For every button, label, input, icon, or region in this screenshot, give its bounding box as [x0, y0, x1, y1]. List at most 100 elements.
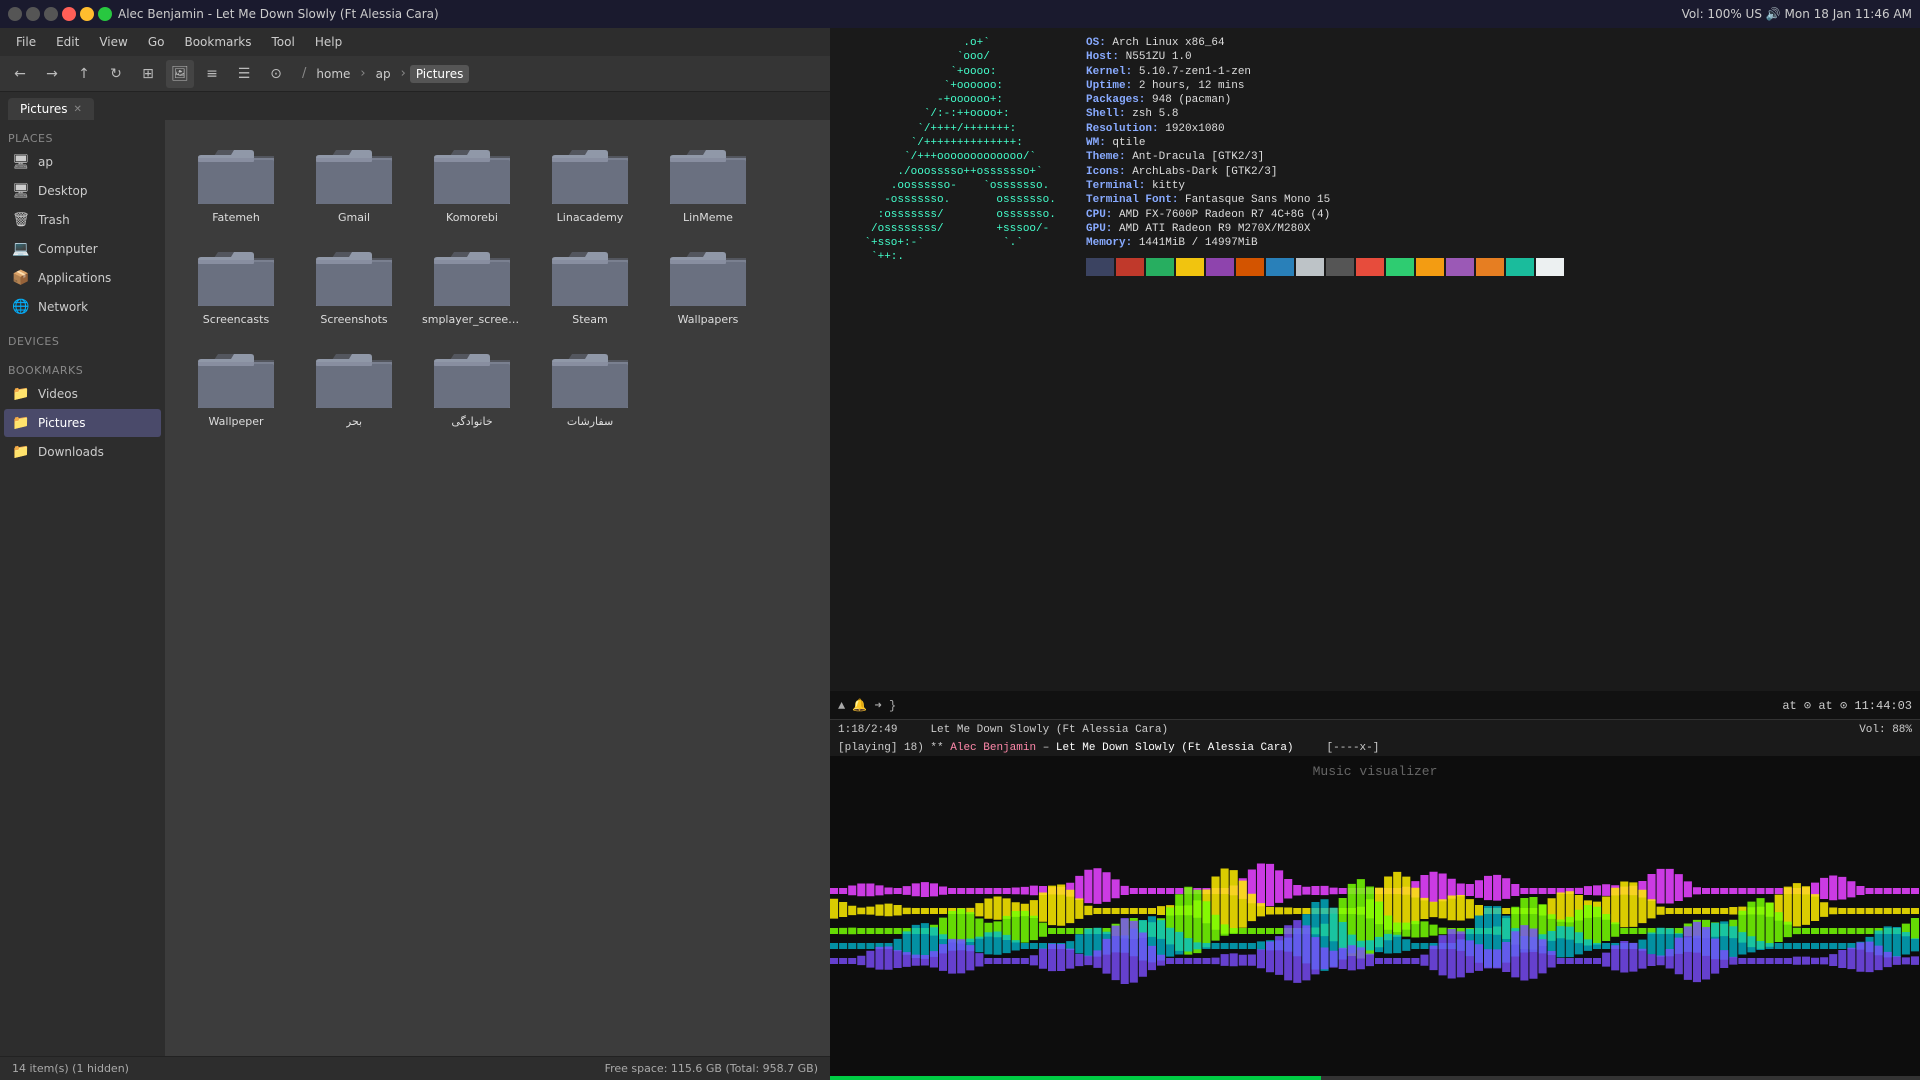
folder-svg: [196, 346, 276, 411]
folder-item[interactable]: LinMeme: [653, 136, 763, 230]
breadcrumb-sep: /: [302, 66, 306, 81]
folder-svg: [432, 346, 512, 411]
folder-item[interactable]: Linacademy: [535, 136, 645, 230]
sidebar-item-applications[interactable]: 📦 Applications: [4, 264, 161, 292]
ap-icon: 🖥: [12, 153, 30, 171]
color-block: [1236, 258, 1264, 276]
folder-item[interactable]: Steam: [535, 238, 645, 332]
breadcrumb-pictures[interactable]: Pictures: [410, 65, 470, 83]
folder-item[interactable]: Gmail: [299, 136, 409, 230]
info-key: Uptime:: [1086, 80, 1132, 92]
info-key: Terminal Font:: [1086, 194, 1178, 206]
sidebar-item-ap[interactable]: 🖥 ap: [4, 148, 161, 176]
menu-view[interactable]: View: [91, 33, 135, 51]
toolbar: ← → ↑ ↻ ⊞ 🖼 ≡ ☰ ⊙ / home › ap › Pictures: [0, 56, 830, 92]
tab-close-button[interactable]: ✕: [74, 104, 82, 115]
window-dot-2[interactable]: [26, 7, 40, 21]
music-playing-line: [playing] 18) ** Alec Benjamin – Let Me …: [830, 740, 1920, 756]
info-line: Terminal: kitty: [1086, 179, 1912, 193]
folder-label: Gmail: [338, 211, 370, 224]
menu-help[interactable]: Help: [307, 33, 350, 51]
info-key: Terminal:: [1086, 180, 1145, 192]
info-key: CPU:: [1086, 209, 1112, 221]
folder-item[interactable]: Wallpapers: [653, 238, 763, 332]
view-grid-button[interactable]: ⊞: [134, 60, 162, 88]
prompt-arrow: ▲ 🔔 ➜ }: [838, 698, 896, 713]
sidebar-item-pictures[interactable]: 📁 Pictures: [4, 409, 161, 437]
folder-label: LinMeme: [683, 211, 733, 224]
info-val: AMD ATI Radeon R9 M270X/M280X: [1112, 223, 1310, 235]
info-line: WM: qtile: [1086, 136, 1912, 150]
music-volume: Vol: 88%: [1859, 724, 1912, 736]
window-close[interactable]: [62, 7, 76, 21]
menu-tool[interactable]: Tool: [264, 33, 303, 51]
window-dot-3[interactable]: [44, 7, 58, 21]
breadcrumb-ap[interactable]: ap: [370, 65, 397, 83]
tab-pictures[interactable]: Pictures ✕: [8, 98, 94, 120]
info-line: Memory: 1441MiB / 14997MiB: [1086, 236, 1912, 250]
color-block: [1266, 258, 1294, 276]
menu-file[interactable]: File: [8, 33, 44, 51]
menubar: File Edit View Go Bookmarks Tool Help: [0, 28, 830, 56]
color-block: [1386, 258, 1414, 276]
window-maximize[interactable]: [98, 7, 112, 21]
folder-icon: [196, 142, 276, 207]
menu-go[interactable]: Go: [140, 33, 173, 51]
view-icon-button[interactable]: 🖼: [166, 60, 194, 88]
folder-item[interactable]: Screencasts: [181, 238, 291, 332]
terminal-prompt[interactable]: ▲ 🔔 ➜ } at ⊙ at ⊙ 11:44:03: [830, 691, 1920, 719]
folder-icon: [432, 346, 512, 411]
folder-label: smplayer_screenshot: [422, 313, 522, 326]
nav-forward-button[interactable]: →: [38, 60, 66, 88]
info-key: GPU:: [1086, 223, 1112, 235]
view-detail-button[interactable]: ☰: [230, 60, 258, 88]
breadcrumb-home[interactable]: home: [310, 65, 356, 83]
folder-item[interactable]: بحر: [299, 340, 409, 434]
info-val: 1920x1080: [1159, 123, 1225, 135]
sidebar-item-trash[interactable]: 🗑 Trash: [4, 206, 161, 234]
sidebar-item-downloads[interactable]: 📁 Downloads: [4, 438, 161, 466]
visualizer-layer: [830, 879, 1919, 958]
folder-item[interactable]: Wallpeper: [181, 340, 291, 434]
folder-item[interactable]: خانوادگی: [417, 340, 527, 434]
folder-item[interactable]: Komorebi: [417, 136, 527, 230]
nav-back-button[interactable]: ←: [6, 60, 34, 88]
folder-label: خانوادگی: [451, 415, 492, 428]
reload-button[interactable]: ↻: [102, 60, 130, 88]
folder-item[interactable]: smplayer_screenshot: [417, 238, 527, 332]
nav-up-button[interactable]: ↑: [70, 60, 98, 88]
info-val: 5.10.7-zen1-1-zen: [1132, 66, 1251, 78]
applications-icon: 📦: [12, 269, 30, 287]
info-val: 2 hours, 12 mins: [1132, 80, 1244, 92]
right-panel: .o+` `ooo/ `+oooo: `+oooooo: -+oooooo+: …: [830, 28, 1920, 1080]
view-list-button[interactable]: ≡: [198, 60, 226, 88]
color-block: [1296, 258, 1324, 276]
view-extra-button[interactable]: ⊙: [262, 60, 290, 88]
music-progress-fill: [830, 1076, 1321, 1080]
sidebar-item-computer[interactable]: 💻 Computer: [4, 235, 161, 263]
menu-edit[interactable]: Edit: [48, 33, 87, 51]
window-dot-1[interactable]: [8, 7, 22, 21]
network-icon: 🌐: [12, 298, 30, 316]
menu-bookmarks[interactable]: Bookmarks: [176, 33, 259, 51]
info-line: Resolution: 1920x1080: [1086, 122, 1912, 136]
sidebar-item-network[interactable]: 🌐 Network: [4, 293, 161, 321]
terminal-area[interactable]: .o+` `ooo/ `+oooo: `+oooooo: -+oooooo+: …: [830, 28, 1920, 691]
folder-item[interactable]: سفارشات: [535, 340, 645, 434]
sidebar-item-desktop[interactable]: 🖥 Desktop: [4, 177, 161, 205]
sidebar-computer-label: Computer: [38, 242, 98, 256]
content-area: Places 🖥 ap 🖥 Desktop 🗑 Trash 💻 Computer: [0, 120, 830, 1056]
info-line: GPU: AMD ATI Radeon R9 M270X/M280X: [1086, 222, 1912, 236]
music-artist: Alec Benjamin: [950, 742, 1036, 754]
music-progress-bar-container[interactable]: [830, 1076, 1920, 1080]
window-minimize[interactable]: [80, 7, 94, 21]
sidebar-item-videos[interactable]: 📁 Videos: [4, 380, 161, 408]
statusbar-items: 14 item(s) (1 hidden): [12, 1062, 129, 1075]
music-time: 1:18/2:49 Let Me Down Slowly (Ft Alessia…: [838, 724, 1168, 736]
folder-item[interactable]: Fatemeh: [181, 136, 291, 230]
window-controls[interactable]: [8, 7, 112, 21]
breadcrumb-sep3: ›: [401, 66, 406, 81]
titlebar: Alec Benjamin - Let Me Down Slowly (Ft A…: [0, 0, 1920, 28]
folder-item[interactable]: Screenshots: [299, 238, 409, 332]
visualizer-layer: [830, 918, 1919, 984]
